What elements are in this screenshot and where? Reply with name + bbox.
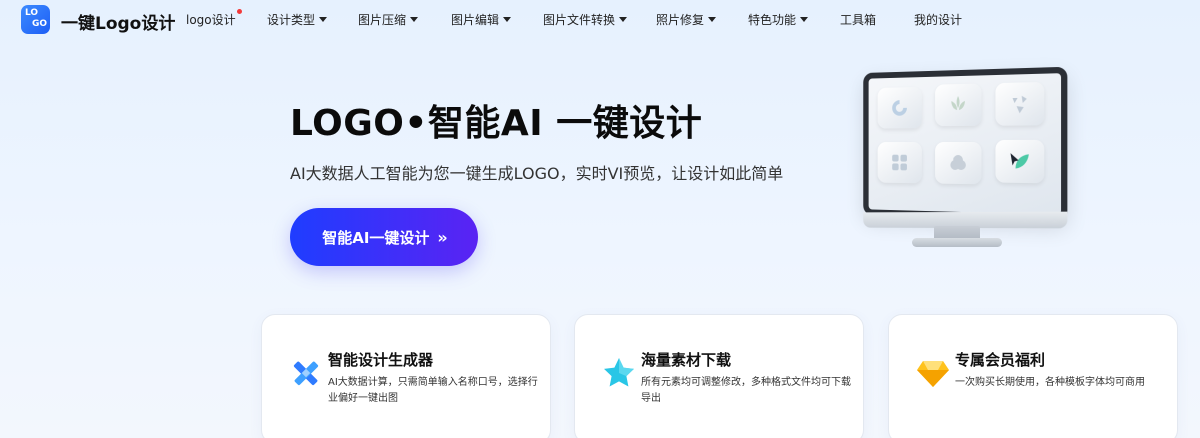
leaf-icon [935,83,982,127]
hero-title: LOGO•智能AI 一键设计 [290,103,703,144]
chevron-down-icon [708,17,717,22]
nav-item-photo-repair[interactable]: 照片修复 [656,11,717,28]
star-icon [604,358,634,387]
feature-card-generator[interactable]: 智能设计生成器 AI大数据计算，只需简单输入名称口号，选择行业偏好一键出图 [261,314,551,438]
top-nav: LO GO 一键Logo设计 logo设计 设计类型 图片压缩 图片编辑 图片文… [0,0,1200,38]
circles-icon [935,141,982,185]
nav-item-label: 工具箱 [840,13,877,27]
nav-item-label: 图片压缩 [358,13,407,27]
nav-item-my-designs[interactable]: 我的设计 [914,11,962,28]
chevron-down-icon [319,17,328,22]
nav-item-label: 图片文件转换 [543,13,616,27]
spiral-icon [877,86,922,129]
nav-item-image-edit[interactable]: 图片编辑 [451,11,512,28]
nav-item-label: 设计类型 [267,13,316,27]
nav-item-design-types[interactable]: 设计类型 [267,11,328,28]
hero-subtitle: AI大数据人工智能为您一键生成LOGO，实时VI预览，让设计如此简单 [290,164,784,183]
cta-label: 智能AI一键设计 [322,228,430,247]
double-chevron-right-icon: » [437,227,447,247]
diamond-icon [917,361,949,387]
monitor-screen [863,66,1068,222]
nav-item-label: logo设计 [186,13,236,27]
nav-item-toolbox[interactable]: 工具箱 [840,11,876,28]
ai-design-button[interactable]: 智能AI一键设计 » [290,208,478,266]
monitor-illustration [850,62,1080,248]
feature-card-membership[interactable]: 专属会员福利 一次购买长期使用，各种模板字体均可商用 [888,314,1178,438]
logo-text-top: LO [25,8,39,18]
chevron-down-icon [503,17,512,22]
chevron-down-icon [800,17,809,22]
nav-item-special-features[interactable]: 特色功能 [748,11,809,28]
logo-icon[interactable]: LO GO [21,5,50,34]
card-title: 智能设计生成器 [328,351,434,369]
card-title: 专属会员福利 [955,351,1046,369]
brand-name[interactable]: 一键Logo设计 [61,9,175,34]
nav-item-label: 我的设计 [914,13,963,27]
nav-item-image-compress[interactable]: 图片压缩 [358,11,419,28]
nav-item-file-convert[interactable]: 图片文件转换 [543,11,628,28]
card-description: 所有元素均可调整修改，多种格式文件均可下载导出 [641,377,851,404]
chevron-down-icon [619,17,628,22]
chevron-down-icon [410,17,419,22]
abstract-shape-icon [995,81,1045,126]
nav-item-label: 特色功能 [748,13,797,27]
monitor-base [912,238,1002,247]
nav-item-label: 图片编辑 [451,13,500,27]
nav-item-label: 照片修复 [656,13,705,27]
notification-dot [236,9,242,14]
feature-card-materials[interactable]: 海量素材下载 所有元素均可调整修改，多种格式文件均可下载导出 [574,314,864,438]
pencil-ruler-icon [293,361,319,386]
card-title: 海量素材下载 [641,351,732,369]
grid-shape-icon [877,142,922,184]
card-description: AI大数据计算，只需简单输入名称口号，选择行业偏好一键出图 [328,377,538,404]
logo-text-bottom: GO [32,19,48,29]
card-description: 一次购买长期使用，各种模板字体均可商用 [955,377,1145,388]
nav-item-logo-design[interactable]: logo设计 [186,9,242,28]
cursor-leaf-icon [995,139,1045,184]
